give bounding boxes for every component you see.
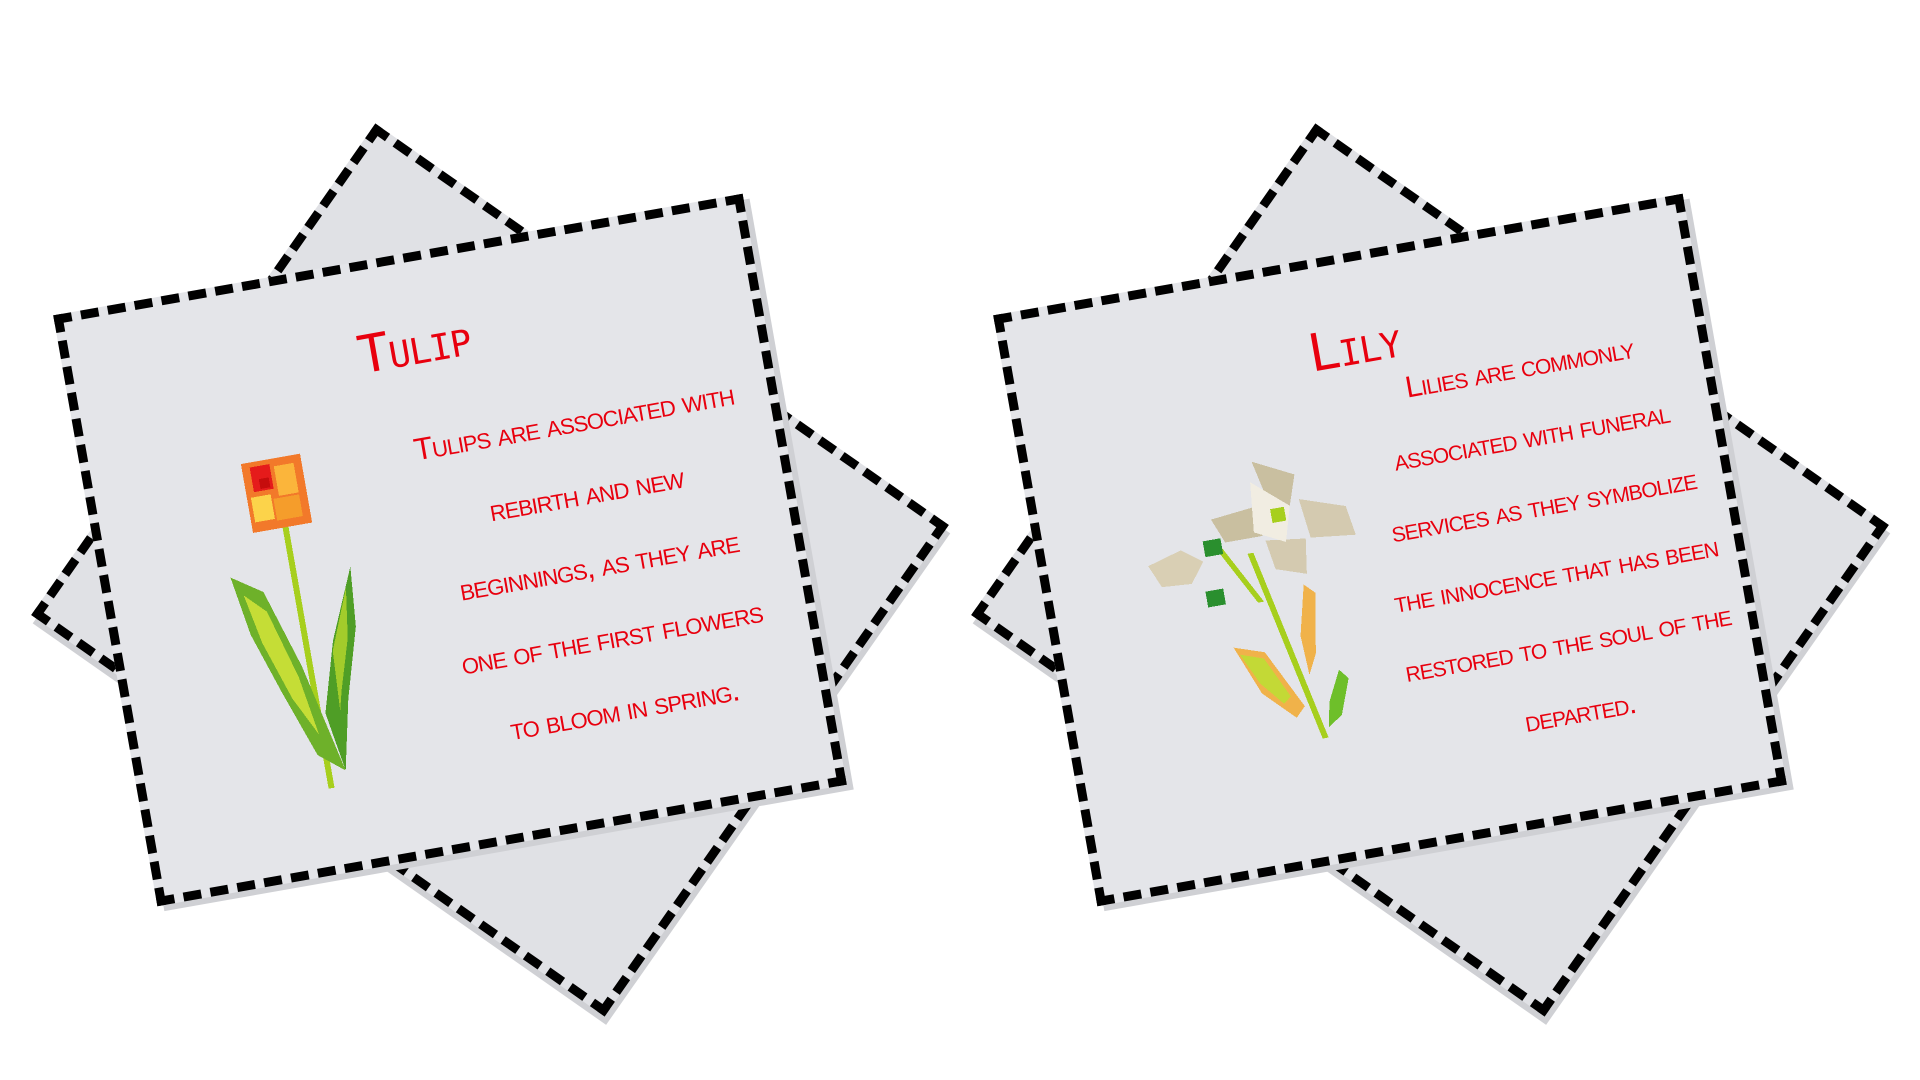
tulip-card-content: Tulip Tulips are associated with rebirth… bbox=[64, 204, 837, 896]
lily-card[interactable]: Lily Lilies are commonly associated with… bbox=[970, 120, 1889, 1020]
tulip-card-description: Tulips are associated with rebirth and n… bbox=[411, 376, 765, 747]
lily-icon bbox=[1148, 461, 1356, 739]
tulip-icon bbox=[230, 453, 356, 789]
tulip-card[interactable]: Tulip Tulips are associated with rebirth… bbox=[30, 120, 949, 1020]
tulip-card-front-sheet: Tulip Tulips are associated with rebirth… bbox=[53, 193, 847, 907]
lily-card-front-sheet: Lily Lilies are commonly associated with… bbox=[993, 193, 1787, 907]
lily-card-description: Lilies are commonly associated with fune… bbox=[1388, 331, 1734, 739]
game-stage: Tulip Tulips are associated with rebirth… bbox=[0, 0, 1920, 1080]
lily-card-content: Lily Lilies are commonly associated with… bbox=[1004, 204, 1777, 896]
